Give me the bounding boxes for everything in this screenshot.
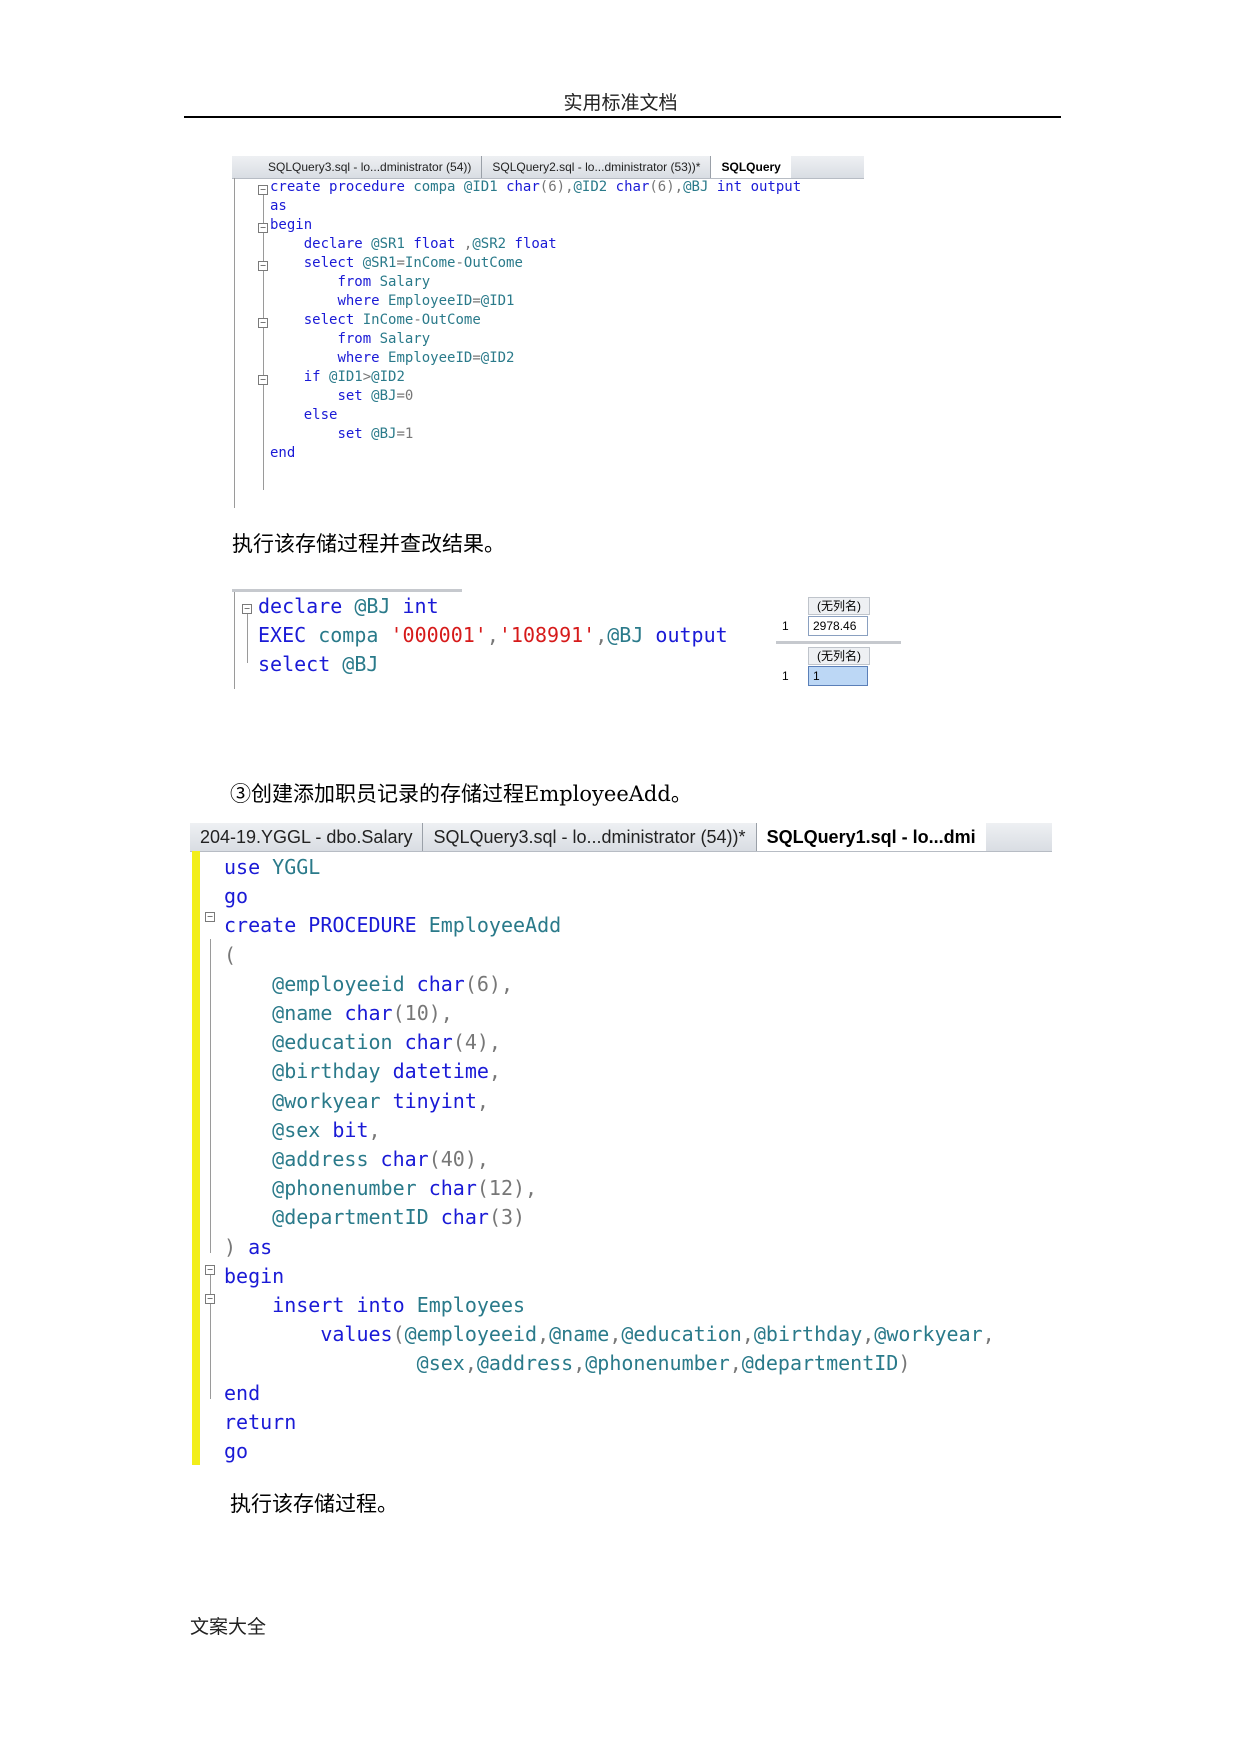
change-bar: [192, 851, 200, 1465]
code-line[interactable]: begin: [270, 216, 312, 235]
code-screenshot-procedure-compa: SQLQuery3.sql - lo...dministrator (54)) S…: [232, 156, 864, 508]
code-line[interactable]: @birthday datetime,: [224, 1057, 501, 1086]
paragraph-execute-and-check: 执行该存储过程并查改结果。: [232, 532, 505, 556]
code-line[interactable]: @education char(4),: [224, 1028, 501, 1057]
code-line[interactable]: as: [270, 197, 287, 216]
code-line[interactable]: values(@employeeid,@name,@education,@bir…: [224, 1320, 994, 1349]
editor-tab-bar: SQLQuery3.sql - lo...dministrator (54)) S…: [232, 156, 864, 179]
code-line[interactable]: @employeeid char(6),: [224, 970, 513, 999]
code-line[interactable]: @sex bit,: [224, 1116, 380, 1145]
tab-sqlquery2[interactable]: SQLQuery2.sql - lo...dministrator (53))*: [482, 156, 712, 178]
code-line[interactable]: where EmployeeID=@ID2: [270, 349, 514, 368]
fold-minus-icon[interactable]: −: [205, 1294, 215, 1304]
code-line[interactable]: begin: [224, 1262, 284, 1291]
code-line[interactable]: select @SR1=InCome-OutCome: [270, 254, 523, 273]
code-line[interactable]: go: [224, 882, 248, 911]
fold-minus-icon[interactable]: −: [258, 223, 268, 233]
code-line[interactable]: @workyear tinyint,: [224, 1087, 489, 1116]
fold-minus-icon[interactable]: −: [205, 912, 215, 922]
fold-minus-icon[interactable]: −: [205, 1265, 215, 1275]
fold-minus-icon[interactable]: −: [242, 604, 252, 614]
code-line[interactable]: end: [270, 444, 295, 463]
paragraph-create-employeeadd: ③创建添加职员记录的存储过程EmployeeAdd。: [230, 782, 692, 806]
outline-line: [210, 939, 211, 1253]
code-line[interactable]: declare @BJ int: [258, 592, 439, 621]
code-line[interactable]: select InCome-OutCome: [270, 311, 481, 330]
code-line[interactable]: @address char(40),: [224, 1145, 489, 1174]
tab-sqlquery3[interactable]: SQLQuery3.sql - lo...dministrator (54)): [258, 156, 483, 178]
results-grid: (无列名) 1 2978.46 (无列名) 1 1: [776, 593, 901, 689]
code-screenshot-procedure-employeeadd: 204-19.YGGL - dbo.Salary SQLQuery3.sql - …: [190, 823, 1052, 1465]
code-line[interactable]: @sex,@address,@phonenumber,@departmentID…: [224, 1349, 911, 1378]
code-line[interactable]: insert into Employees: [224, 1291, 525, 1320]
column-header[interactable]: (无列名): [808, 647, 870, 665]
code-line[interactable]: set @BJ=0: [270, 387, 413, 406]
fold-minus-icon[interactable]: −: [258, 261, 268, 271]
code-line[interactable]: end: [224, 1379, 260, 1408]
grid-separator: [776, 641, 901, 644]
result-cell[interactable]: 2978.46: [808, 616, 868, 636]
fold-minus-icon[interactable]: −: [258, 318, 268, 328]
tab-sqlquery-active[interactable]: SQLQuery: [711, 156, 791, 178]
code-line[interactable]: @phonenumber char(12),: [224, 1174, 537, 1203]
paragraph-execute: 执行该存储过程。: [230, 1492, 398, 1516]
code-line[interactable]: if @ID1>@ID2: [270, 368, 405, 387]
tab-sqlquery1-active[interactable]: SQLQuery1.sql - lo...dmi: [756, 823, 986, 851]
fold-minus-icon[interactable]: −: [258, 185, 268, 195]
code-line[interactable]: (: [224, 941, 236, 970]
code-line[interactable]: return: [224, 1408, 296, 1437]
code-line[interactable]: EXEC compa '000001','108991',@BJ output: [258, 621, 728, 650]
tab-sqlquery3[interactable]: SQLQuery3.sql - lo...dministrator (54))*: [423, 823, 757, 851]
page-footer: 文案大全: [190, 1616, 267, 1638]
code-line[interactable]: ) as: [224, 1233, 272, 1262]
code-screenshot-exec-compa: − declare @BJ int EXEC compa '000001','10…: [232, 589, 770, 689]
code-line[interactable]: where EmployeeID=@ID1: [270, 292, 514, 311]
code-line[interactable]: else: [270, 406, 338, 425]
fold-minus-icon[interactable]: −: [258, 375, 268, 385]
editor-gutter: [234, 178, 235, 508]
page-header: 实用标准文档: [563, 92, 678, 114]
tab-yggl-salary[interactable]: 204-19.YGGL - dbo.Salary: [190, 823, 424, 851]
code-line[interactable]: @departmentID char(3): [224, 1203, 525, 1232]
column-header[interactable]: (无列名): [808, 597, 870, 615]
code-line[interactable]: go: [224, 1437, 248, 1465]
code-line[interactable]: from Salary: [270, 273, 430, 292]
code-line[interactable]: from Salary: [270, 330, 430, 349]
outline-line: [263, 190, 264, 490]
code-line[interactable]: select @BJ: [258, 650, 378, 679]
code-line[interactable]: @name char(10),: [224, 999, 453, 1028]
editor-gutter: [234, 592, 235, 689]
row-number[interactable]: 1: [782, 619, 789, 633]
code-line[interactable]: use YGGL: [224, 853, 320, 882]
code-line[interactable]: declare @SR1 float ,@SR2 float: [270, 235, 557, 254]
code-line[interactable]: set @BJ=1: [270, 425, 413, 444]
outline-line: [247, 611, 248, 663]
code-line[interactable]: create PROCEDURE EmployeeAdd: [224, 911, 561, 940]
row-number[interactable]: 1: [782, 669, 789, 683]
code-line[interactable]: create procedure compa @ID1 char(6),@ID2…: [270, 178, 801, 197]
editor-tab-bar: 204-19.YGGL - dbo.Salary SQLQuery3.sql - …: [190, 823, 1052, 852]
header-rule: [184, 116, 1061, 118]
result-cell-selected[interactable]: 1: [808, 666, 868, 686]
